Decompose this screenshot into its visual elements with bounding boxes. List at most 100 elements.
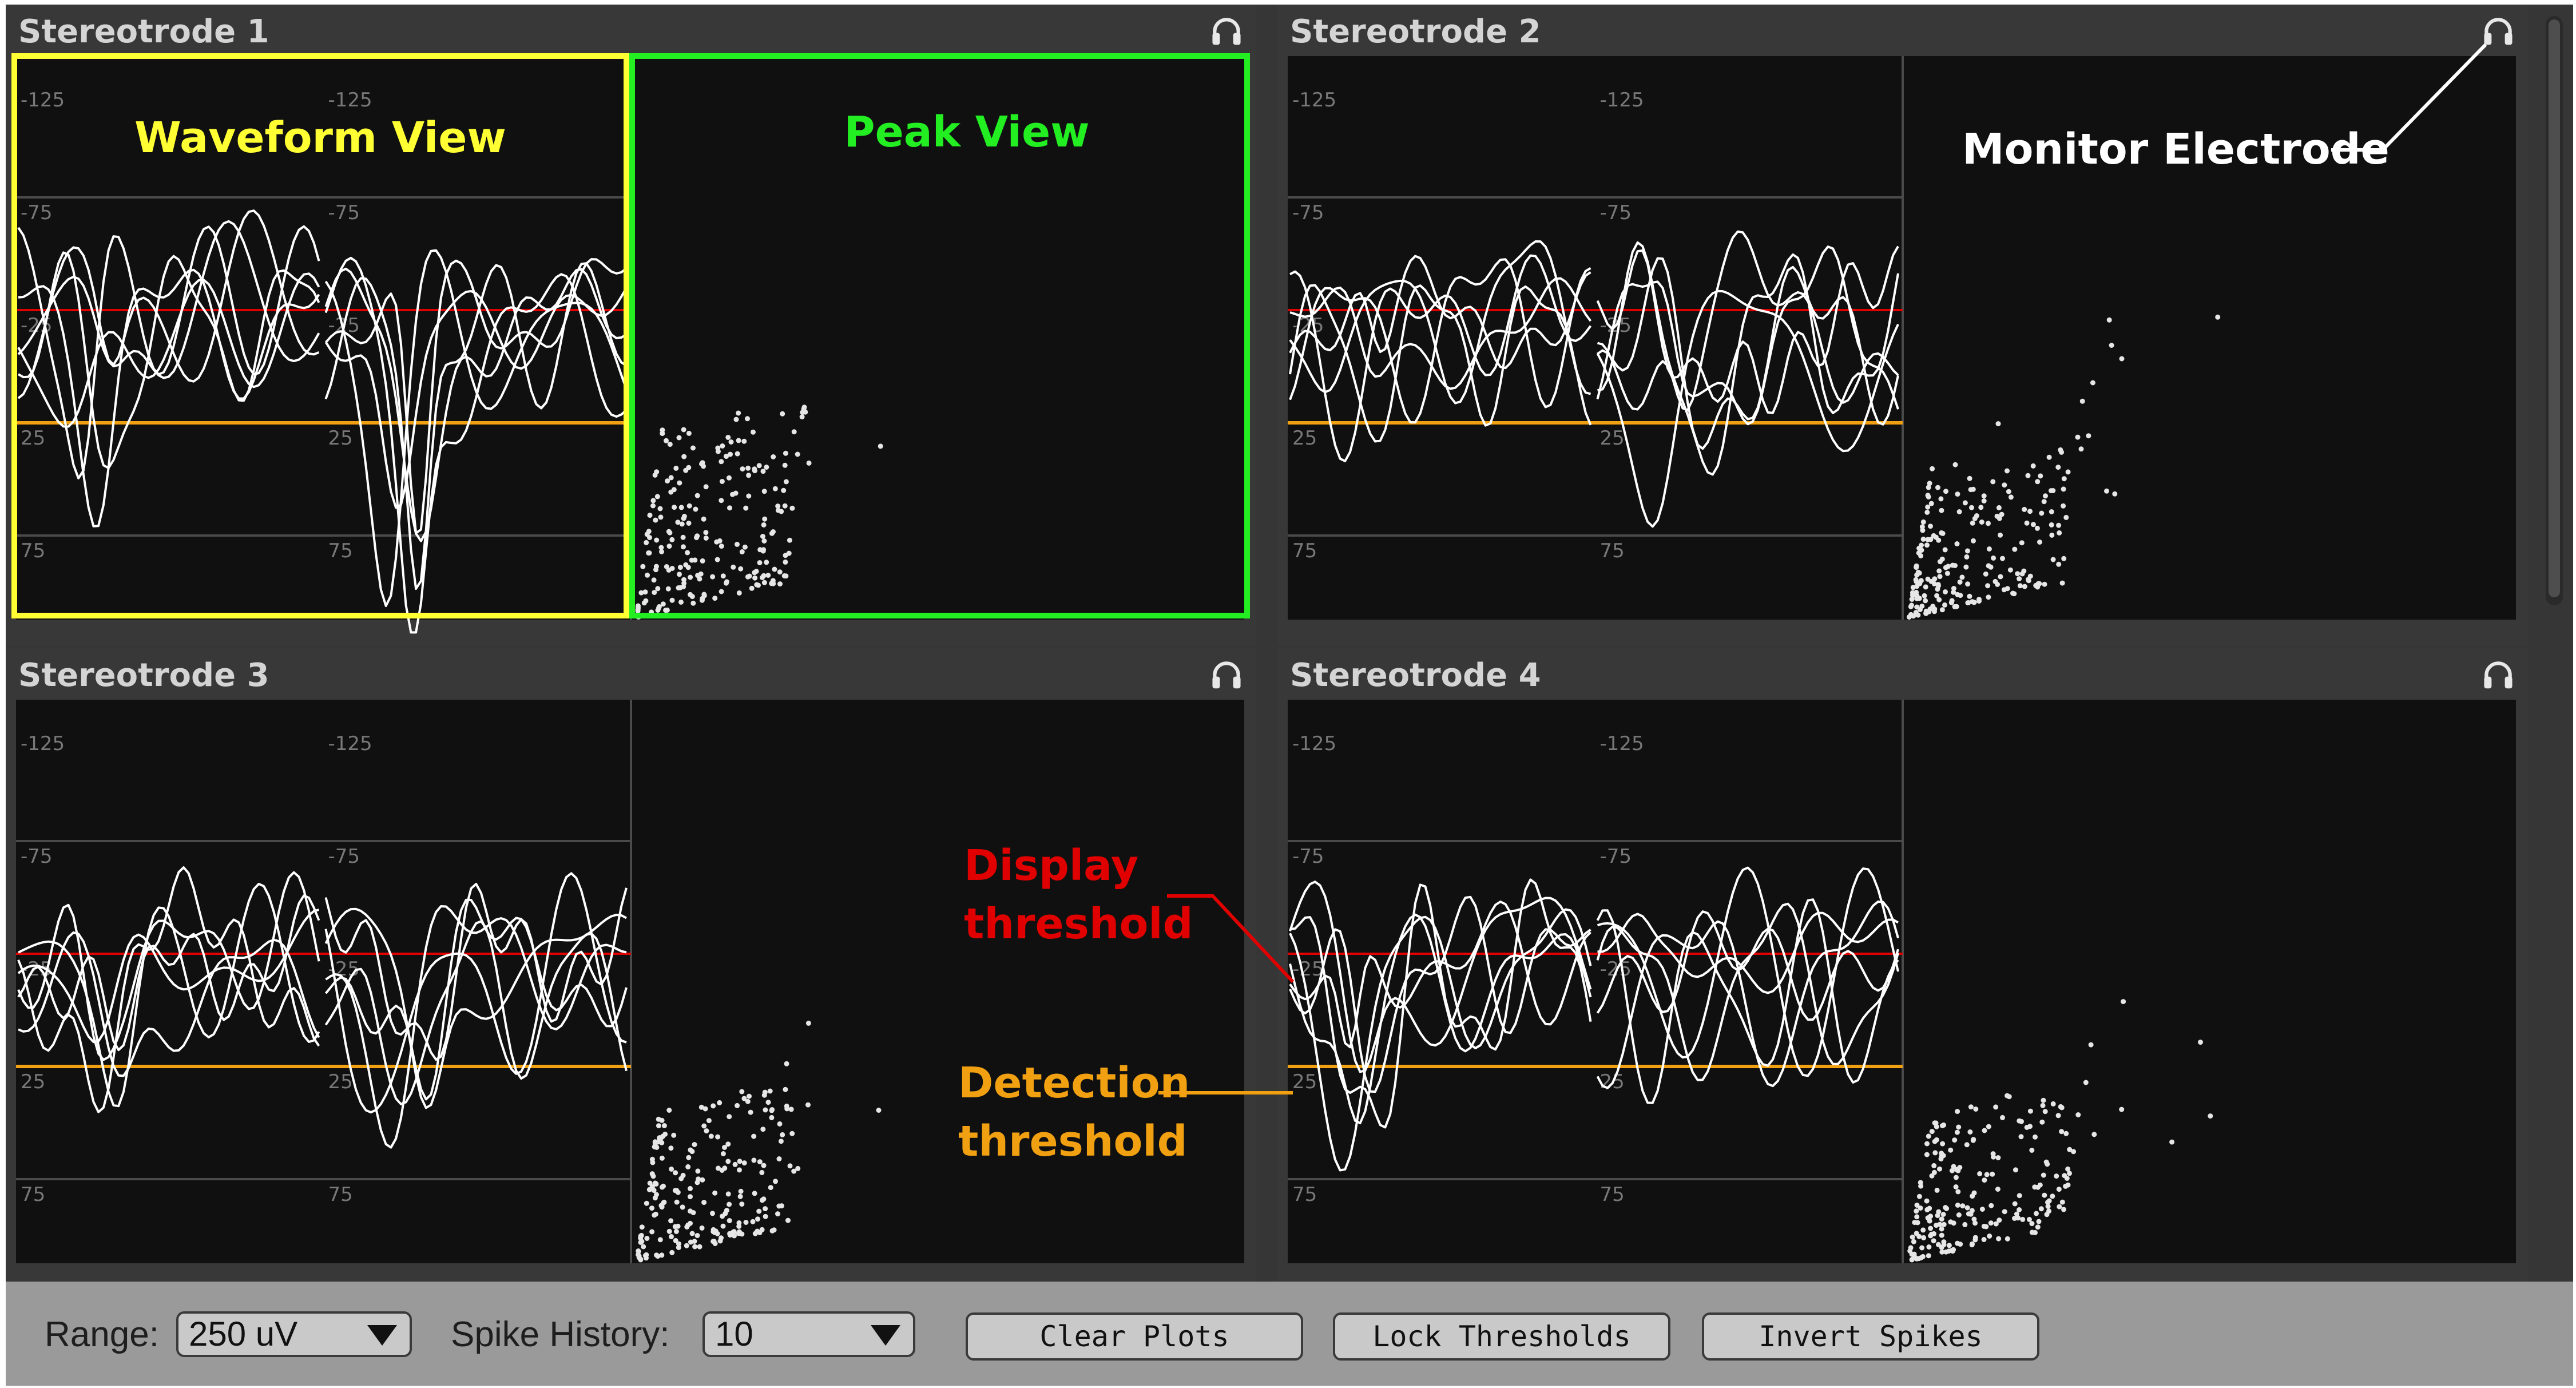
peak-point: [2056, 522, 2062, 528]
peak-point: [1924, 542, 1930, 548]
peak-point: [710, 1211, 715, 1216]
peak-point: [740, 466, 745, 472]
peak-point: [742, 544, 748, 550]
peak-point: [675, 1189, 681, 1195]
peak-point: [1969, 505, 1974, 510]
peak-point: [1941, 1122, 1947, 1128]
peak-point: [666, 544, 672, 549]
peak-point: [1952, 462, 1958, 467]
peak-point: [2041, 1172, 2046, 1178]
plot-area[interactable]: -125-75-252575-125-75-252575: [6, 648, 1256, 1289]
peak-point: [678, 505, 684, 510]
peak-point: [731, 564, 736, 570]
peak-point: [1909, 597, 1915, 602]
vertical-scrollbar[interactable]: [2546, 16, 2563, 605]
peak-point: [676, 435, 682, 441]
peak-point: [776, 1156, 782, 1161]
peak-point: [1938, 496, 1944, 502]
peak-point: [1967, 475, 1972, 481]
peak-point: [761, 1196, 767, 1202]
peak-point: [1941, 1239, 1947, 1245]
lock-thresholds-button[interactable]: Lock Thresholds: [1333, 1312, 1670, 1361]
peak-point: [689, 557, 694, 563]
plot-area[interactable]: -125-75-252575-125-75-252575: [6, 5, 1256, 645]
peak-point: [1962, 1222, 1968, 1227]
axis-tick-label: 25: [1600, 427, 1625, 450]
axis-tick-label: 25: [21, 427, 45, 450]
peak-point: [2061, 503, 2066, 509]
peak-point: [773, 1179, 778, 1184]
peak-point: [741, 438, 747, 444]
peak-point: [1932, 1120, 1938, 1126]
peak-point: [1970, 486, 1976, 492]
peak-point: [1956, 1212, 1962, 1218]
peak-point: [1955, 1189, 1961, 1195]
peak-point: [770, 578, 776, 584]
peak-point: [660, 1133, 666, 1139]
peak-point: [738, 566, 744, 572]
peak-point: [1914, 565, 1919, 570]
peak-point: [683, 562, 689, 568]
peak-point: [795, 1165, 801, 1171]
peak-point: [767, 1088, 773, 1094]
peak-point: [2015, 1215, 2021, 1221]
peak-point: [1926, 494, 1931, 499]
peak-point: [1943, 489, 1948, 494]
peak-point: [1921, 1235, 1927, 1240]
peak-point: [664, 607, 670, 613]
peak-point: [1996, 1236, 2002, 1242]
peak-point: [737, 1193, 743, 1199]
peak-point: [780, 411, 785, 417]
peak-point: [778, 1139, 784, 1144]
peak-point: [2007, 567, 2013, 573]
peak-point: [666, 1108, 672, 1113]
peak-point: [2005, 1093, 2010, 1098]
peak-point: [677, 572, 682, 577]
peak-point: [2018, 1134, 2024, 1140]
peak-point: [2029, 1230, 2035, 1235]
axis-tick-label: 75: [1292, 540, 1317, 562]
peak-point: [1928, 524, 1933, 529]
clear-plots-button[interactable]: Clear Plots: [966, 1312, 1303, 1361]
peak-point: [1981, 1237, 1987, 1242]
peak-point: [735, 1103, 740, 1108]
peak-point: [1926, 485, 1931, 490]
peak-point: [2075, 434, 2081, 440]
peak-point: [710, 574, 716, 580]
peak-point: [1986, 1124, 1991, 1129]
peak-point: [638, 1240, 644, 1245]
peak-point: [736, 590, 742, 596]
peak-point: [656, 1123, 661, 1129]
axis-tick-label: -125: [1600, 89, 1644, 112]
peak-point: [800, 410, 805, 415]
peak-point: [2119, 356, 2125, 362]
spike-history-dropdown[interactable]: 10: [702, 1311, 915, 1357]
peak-point: [673, 1228, 679, 1234]
peak-point: [1939, 507, 1944, 513]
peak-point: [1951, 586, 1956, 591]
peak-point: [1934, 593, 1940, 598]
peak-point: [761, 538, 767, 544]
peak-point: [649, 1205, 654, 1211]
peak-point: [2121, 999, 2126, 1005]
invert-spikes-button[interactable]: Invert Spikes: [1702, 1312, 2039, 1361]
axis-tick-label: 75: [21, 540, 45, 562]
peak-point: [2059, 449, 2065, 455]
peak-point: [1935, 1213, 1940, 1218]
peak-point: [738, 1188, 744, 1194]
peak-point: [1939, 530, 1944, 536]
scrollbar-thumb[interactable]: [2549, 19, 2560, 597]
peak-point: [660, 427, 665, 433]
peak-point: [757, 560, 763, 565]
peak-point: [678, 1176, 684, 1181]
peak-point: [1984, 1172, 1990, 1177]
range-dropdown[interactable]: 250 uV: [176, 1311, 412, 1357]
peak-point: [1925, 504, 1931, 510]
plot-area[interactable]: -125-75-252575-125-75-252575: [1277, 648, 2527, 1289]
plot-area[interactable]: -125-75-252575-125-75-252575: [1277, 5, 2527, 645]
peak-point: [675, 519, 681, 525]
peak-point: [745, 465, 751, 471]
peak-point: [653, 564, 659, 569]
peak-point: [1970, 1137, 1976, 1143]
peak-point: [720, 1213, 725, 1219]
